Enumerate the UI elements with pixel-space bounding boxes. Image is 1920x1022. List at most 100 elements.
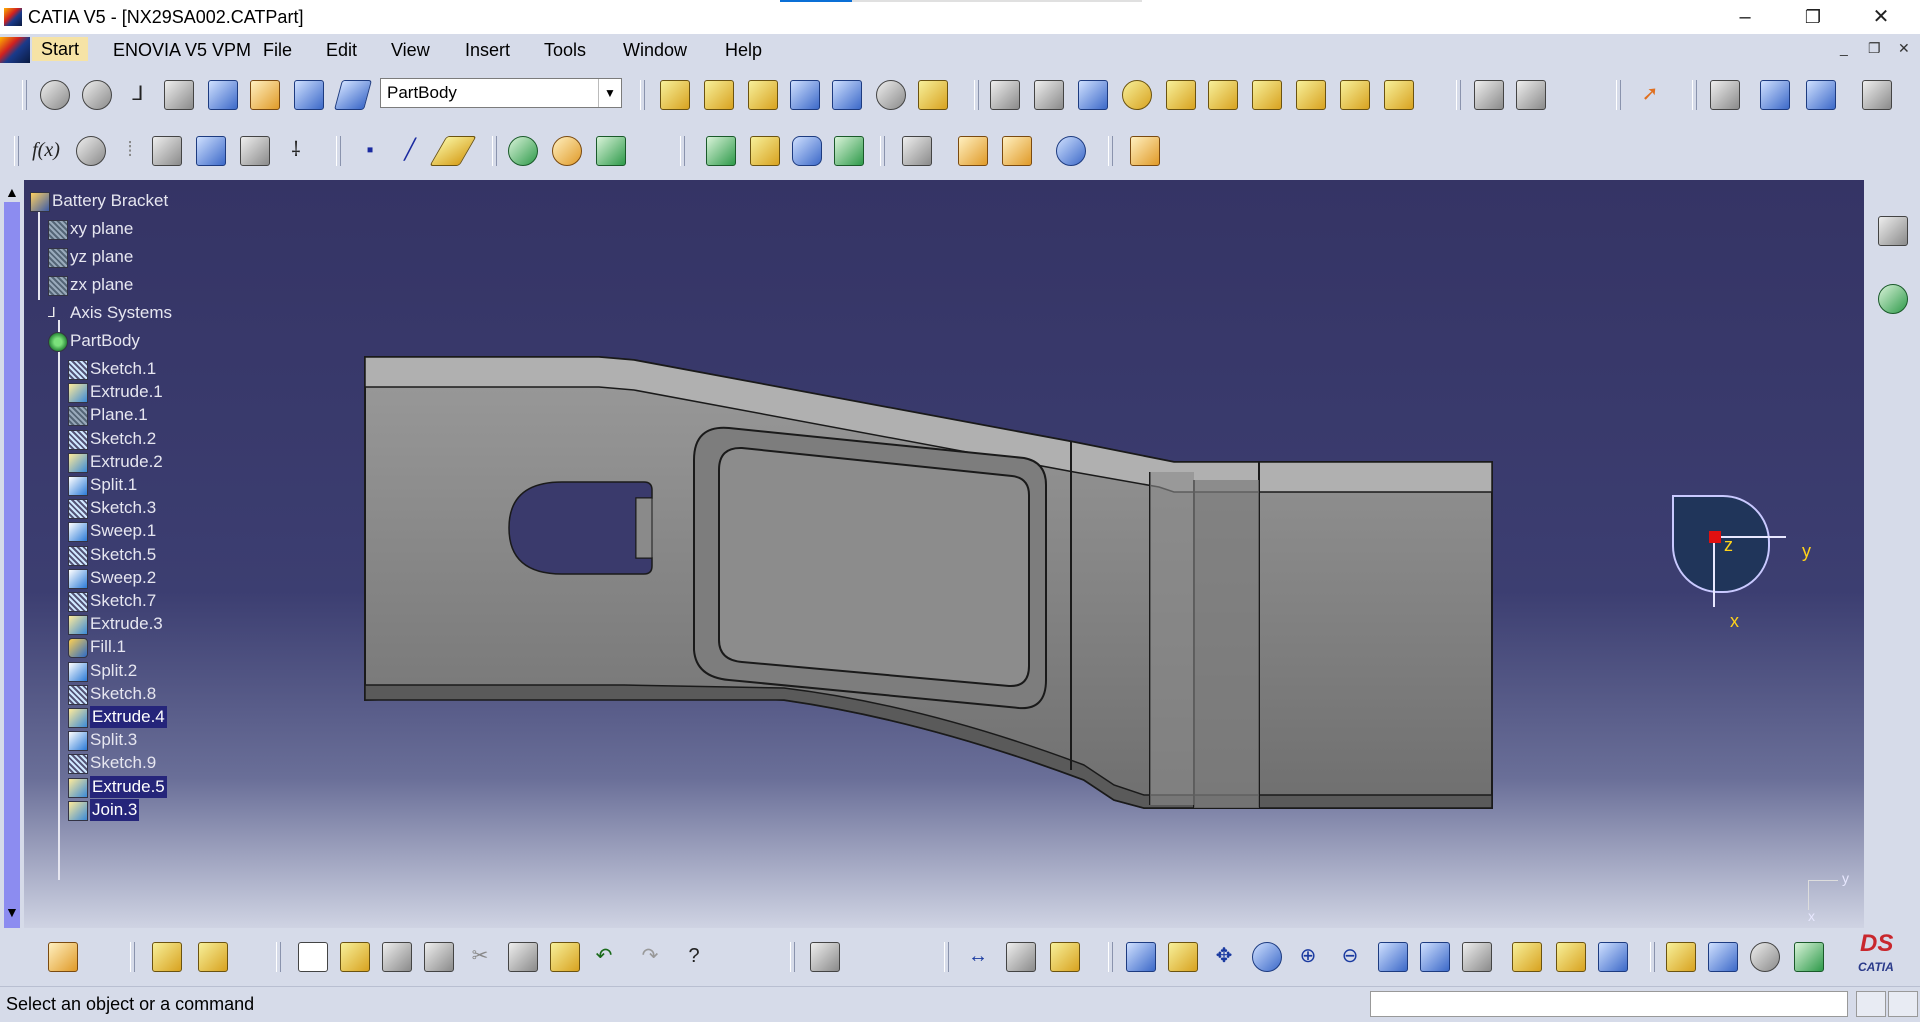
swap-visible-space-icon[interactable] <box>1598 942 1628 972</box>
menu-edit[interactable]: Edit <box>326 40 357 61</box>
cut-icon[interactable]: ✂ <box>466 942 494 970</box>
multi-view-icon[interactable] <box>1420 942 1450 972</box>
select-cursor-icon[interactable]: ➚ <box>1636 80 1664 108</box>
scroll-down-arrow-icon[interactable]: ▼ <box>5 904 19 920</box>
mass-icon[interactable] <box>1050 942 1080 972</box>
catalog-browser-icon[interactable] <box>552 136 582 166</box>
menu-tools[interactable]: Tools <box>544 40 586 61</box>
menu-start[interactable]: Start <box>32 37 89 61</box>
rule-icon[interactable]: ⸸ <box>282 136 310 164</box>
power-input-field[interactable] <box>1370 991 1848 1017</box>
3d-viewport[interactable]: z y x y x <box>24 180 1864 928</box>
plane-tool-icon[interactable] <box>429 136 477 166</box>
formula-icon[interactable]: f(x) <box>32 136 60 164</box>
sweep-icon[interactable] <box>748 80 778 110</box>
toolbar-grip[interactable] <box>680 136 685 166</box>
3d-annotation-icon[interactable] <box>198 942 228 972</box>
shell-icon[interactable] <box>1208 80 1238 110</box>
mdi-restore-button[interactable]: ❐ <box>1868 40 1881 57</box>
grid-snap-icon[interactable] <box>1806 80 1836 110</box>
rotate-icon[interactable] <box>82 80 112 110</box>
view-mode-icon[interactable] <box>1760 80 1790 110</box>
toolbar-grip[interactable] <box>336 136 341 166</box>
apply-material-bottom-icon[interactable] <box>1666 942 1696 972</box>
sketcher-icon[interactable] <box>1878 216 1908 246</box>
photo-studio-icon[interactable] <box>1708 942 1738 972</box>
status-search-button[interactable] <box>1888 991 1918 1017</box>
fit-all-icon[interactable] <box>1862 80 1892 110</box>
toolbar-grip[interactable] <box>1108 942 1113 972</box>
close-button[interactable]: ✕ <box>1852 0 1910 34</box>
isometric-view-icon[interactable] <box>1462 942 1492 972</box>
plane-icon[interactable] <box>333 80 373 110</box>
fillet-icon[interactable] <box>1122 80 1152 110</box>
apply-material-icon[interactable] <box>152 942 182 972</box>
knowledge-advisor-icon[interactable] <box>76 136 106 166</box>
fit-all-in-icon[interactable] <box>1168 942 1198 972</box>
line-icon[interactable] <box>918 80 948 110</box>
shading-icon[interactable] <box>1512 942 1542 972</box>
toolbar-grip[interactable] <box>640 80 645 110</box>
toolbar-grip[interactable] <box>790 942 795 972</box>
rotate-view-icon[interactable] <box>1252 942 1282 972</box>
extrude-icon[interactable] <box>660 80 690 110</box>
menu-window[interactable]: Window <box>623 40 687 61</box>
body-selector[interactable]: PartBody ▼ <box>380 78 622 108</box>
toolbar-grip[interactable] <box>22 80 27 110</box>
gear-icon[interactable] <box>508 136 538 166</box>
measure-between-icon[interactable]: ↔ <box>964 942 992 970</box>
split-icon[interactable] <box>1034 80 1064 110</box>
axis-system-icon[interactable]: ⅃ <box>124 80 152 108</box>
fill-icon[interactable] <box>790 80 820 110</box>
chamfer-icon[interactable] <box>1166 80 1196 110</box>
tools-palette-icon[interactable] <box>810 942 840 972</box>
pan-icon[interactable]: ✥ <box>1210 942 1238 970</box>
menu-view[interactable]: View <box>391 40 430 61</box>
sketch-icon[interactable] <box>250 80 280 110</box>
reaction-icon[interactable]: ⁞ <box>116 136 144 164</box>
document-icon[interactable] <box>0 37 30 63</box>
copy-icon[interactable] <box>508 942 538 972</box>
add-body-icon[interactable] <box>1002 136 1032 166</box>
powercopy-icon[interactable] <box>596 136 626 166</box>
zoom-out-icon[interactable]: ⊖ <box>1336 942 1364 970</box>
catia-app-icon[interactable] <box>4 8 22 26</box>
toolbar-grip[interactable] <box>1650 942 1655 972</box>
body-icon[interactable] <box>208 80 238 110</box>
toolbar-grip[interactable] <box>974 80 979 110</box>
toolbar-grip[interactable] <box>1692 80 1697 110</box>
line-tool-icon[interactable]: ╱ <box>396 136 424 164</box>
workbench-switch-icon[interactable] <box>48 942 78 972</box>
join-icon[interactable] <box>990 80 1020 110</box>
zoom-in-icon[interactable]: ⊕ <box>1294 942 1322 970</box>
open-file-icon[interactable] <box>340 942 370 972</box>
affinity-icon[interactable] <box>1384 80 1414 110</box>
mdi-close-button[interactable]: ✕ <box>1898 40 1910 57</box>
toolbar-grip[interactable] <box>492 136 497 166</box>
trim-icon[interactable] <box>1078 80 1108 110</box>
new-file-icon[interactable] <box>298 942 328 972</box>
offset-icon[interactable] <box>706 136 736 166</box>
toolbar-grip[interactable] <box>1108 136 1113 166</box>
multi-section-icon[interactable] <box>750 136 780 166</box>
translate-icon[interactable] <box>1296 80 1326 110</box>
grid-icon[interactable] <box>164 80 194 110</box>
menu-enovia[interactable]: ENOVIA V5 VPM <box>113 40 251 61</box>
tree-scrollbar[interactable]: ▲ ▼ <box>0 180 24 942</box>
hide-show-icon[interactable] <box>1556 942 1586 972</box>
measure-item-icon[interactable] <box>1516 80 1546 110</box>
restore-button[interactable]: ❐ <box>1784 0 1842 34</box>
undo-icon[interactable]: ↶ <box>590 942 618 970</box>
compass-face[interactable] <box>1672 495 1770 593</box>
list-icon[interactable] <box>294 80 324 110</box>
redo-icon[interactable]: ↷ <box>636 942 664 970</box>
scaling-icon[interactable] <box>1340 80 1370 110</box>
menu-file[interactable]: File <box>263 40 292 61</box>
normal-view-icon[interactable] <box>1378 942 1408 972</box>
toolbar-grip[interactable] <box>130 942 135 972</box>
save-icon[interactable] <box>382 942 412 972</box>
point-tool-icon[interactable]: ▪ <box>356 136 384 164</box>
fly-mode-icon[interactable] <box>1126 942 1156 972</box>
catalog-icon[interactable] <box>196 136 226 166</box>
capture-icon[interactable] <box>1710 80 1740 110</box>
